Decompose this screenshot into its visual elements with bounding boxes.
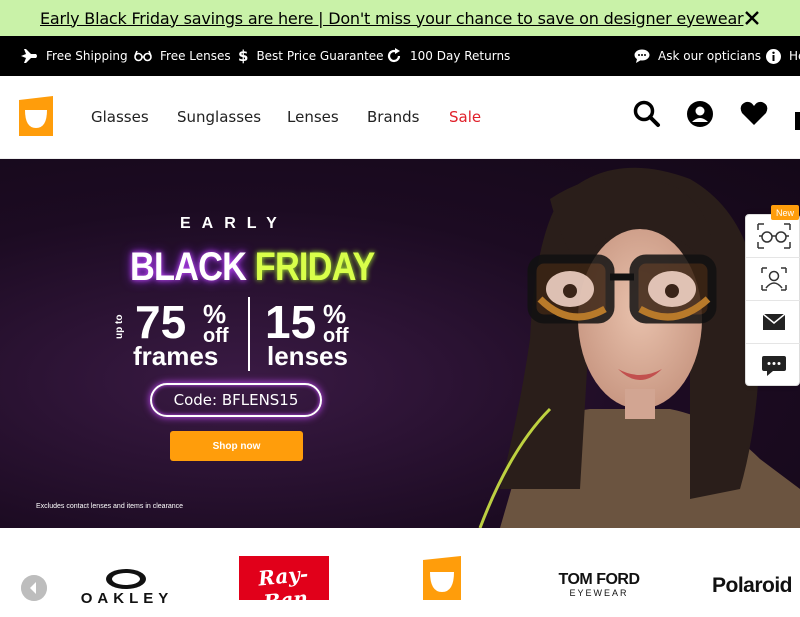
- oakley-wordmark: OAKLEY: [80, 590, 174, 607]
- info-icon: [766, 48, 781, 64]
- offer-divider: [248, 297, 250, 371]
- chat-bubble-icon: [761, 355, 786, 376]
- face-scan-button[interactable]: [746, 258, 800, 301]
- ask-opticians-item[interactable]: Ask our opticians: [634, 36, 761, 76]
- email-button[interactable]: [746, 301, 800, 344]
- frames-label: frames: [133, 341, 219, 371]
- brands-carousel: OAKLEY Ray-Ban TOM FORD EYEWEAR Polaroid: [0, 528, 800, 614]
- virtual-try-on-button[interactable]: [746, 215, 800, 258]
- face-scan-icon: [760, 267, 787, 291]
- hero-early: EARLY: [180, 215, 288, 232]
- site-header: Glasses Sunglasses Lenses Brands Sale: [0, 76, 800, 159]
- new-badge: New: [771, 205, 799, 220]
- chat-button[interactable]: [746, 344, 800, 387]
- polaroid-wordmark: Polaroid: [712, 574, 793, 597]
- free-lenses-label: Free Lenses: [160, 49, 231, 63]
- free-lenses-item[interactable]: Free Lenses: [134, 36, 231, 76]
- lenses-offer: 15: [265, 299, 316, 345]
- lenses-label: lenses: [267, 341, 348, 371]
- nav-sunglasses[interactable]: Sunglasses: [177, 108, 261, 126]
- side-widget-panel: [745, 214, 800, 386]
- brand-house-logo-icon[interactable]: [423, 556, 461, 600]
- nav-lenses[interactable]: Lenses: [287, 108, 339, 126]
- search-icon[interactable]: [633, 100, 661, 128]
- returns-item[interactable]: 100 Day Returns: [386, 36, 510, 76]
- announcement-bar: Early Black Friday savings are here | Do…: [0, 0, 800, 36]
- glasses-icon: [134, 50, 152, 62]
- brand-rayban[interactable]: Ray-Ban: [239, 556, 329, 614]
- hero-black: BLACK: [130, 245, 247, 289]
- return-icon: [387, 48, 401, 63]
- heart-icon[interactable]: [740, 100, 768, 126]
- best-price-label: Best Price Guarantee: [256, 49, 384, 63]
- hero-disclaimer: Excludes contact lenses and items in cle…: [36, 503, 184, 510]
- tomford-line1: TOM FORD: [558, 571, 640, 588]
- close-icon[interactable]: [742, 8, 762, 28]
- mail-icon: [762, 314, 785, 330]
- free-shipping-label: Free Shipping: [46, 49, 128, 63]
- brand-polaroid[interactable]: Polaroid: [712, 574, 793, 598]
- plane-icon: [21, 49, 37, 63]
- cart-icon[interactable]: [792, 106, 800, 130]
- brand-tomford[interactable]: TOM FORD EYEWEAR: [556, 571, 642, 599]
- free-shipping-item[interactable]: Free Shipping: [20, 36, 128, 76]
- hero-upto: up to: [114, 314, 125, 339]
- rayban-wordmark: Ray-Ban: [257, 561, 310, 615]
- frames-offer: 75: [135, 299, 186, 345]
- returns-label: 100 Day Returns: [410, 49, 511, 63]
- carousel-prev-icon[interactable]: [21, 575, 47, 601]
- ask-opticians-label: Ask our opticians: [658, 49, 762, 63]
- help-item[interactable]: He: [766, 36, 800, 76]
- try-on-glasses-icon: [756, 223, 791, 249]
- dollar-icon: $: [238, 47, 249, 65]
- brand-oakley[interactable]: OAKLEY: [80, 566, 174, 607]
- utility-bar: Free Shipping Free Lenses $ Best Price G…: [0, 36, 800, 76]
- nav-glasses[interactable]: Glasses: [91, 108, 149, 126]
- account-icon[interactable]: [686, 100, 714, 128]
- promo-code: Code: BFLENS15: [150, 383, 322, 417]
- chat-icon: [634, 49, 650, 63]
- hero-friday: FRIDAY: [254, 245, 376, 289]
- best-price-item[interactable]: $ Best Price Guarantee: [238, 36, 384, 76]
- announcement-link[interactable]: Early Black Friday savings are here | Do…: [40, 9, 744, 28]
- logo-icon[interactable]: [19, 96, 53, 136]
- tomford-line2: EYEWEAR: [569, 588, 629, 598]
- nav-sale[interactable]: Sale: [449, 108, 481, 126]
- hero-banner[interactable]: EARLY BLACK FRIDAY up to 75 % off frames…: [0, 159, 800, 528]
- nav-brands[interactable]: Brands: [367, 108, 420, 126]
- help-label: He: [789, 49, 800, 63]
- hero-black-friday: BLACK FRIDAY: [130, 245, 375, 290]
- shop-now-button[interactable]: Shop now: [170, 431, 303, 461]
